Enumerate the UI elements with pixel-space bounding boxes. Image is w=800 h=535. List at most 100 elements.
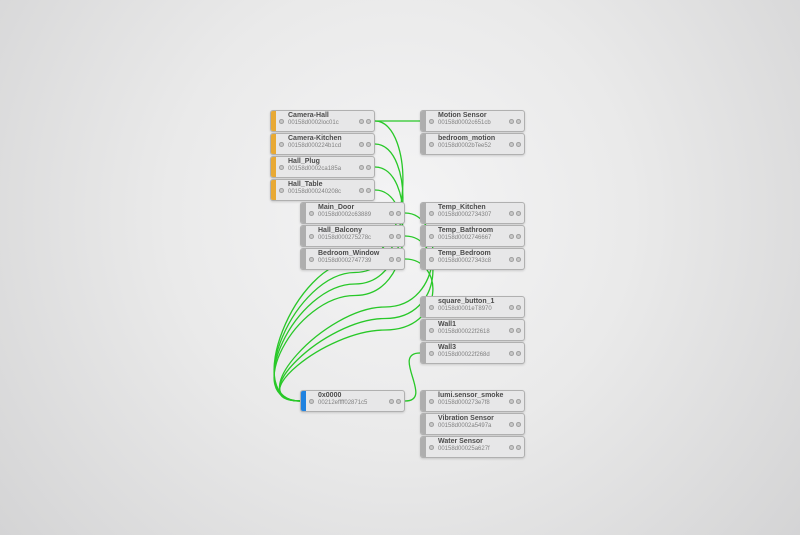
output-port-b-icon[interactable] [366,188,371,193]
output-port-a-icon[interactable] [509,328,514,333]
node-name: Hall_Table [288,181,356,189]
output-port-b-icon[interactable] [516,211,521,216]
output-port-b-icon[interactable] [516,399,521,404]
node-hall-table[interactable]: Hall_Table00158d000240208c [270,179,375,201]
output-port-b-icon[interactable] [396,399,401,404]
output-port-a-icon[interactable] [389,257,394,262]
node-label-area: Camera-Kitchen00158d000224b1cd [284,134,359,154]
node-label-area: Hall_Table00158d000240208c [284,180,359,200]
output-port-a-icon[interactable] [509,399,514,404]
input-port-area [276,134,284,154]
node-temp-bedroom[interactable]: Temp_Bedroom00158d00027343c8 [420,248,525,270]
output-port-b-icon[interactable] [366,165,371,170]
output-port-b-icon[interactable] [516,351,521,356]
output-port-a-icon[interactable] [509,119,514,124]
node-address: 00158d000275278c [318,235,386,242]
node-water[interactable]: Water Sensor00158d00025a627f [420,436,525,458]
node-label-area: Temp_Kitchen00158d0002734307 [434,203,509,223]
node-bedroom-window[interactable]: Bedroom_Window00158d0002747739 [300,248,405,270]
node-smoke[interactable]: lumi.sensor_smoke00158d000273e7f8 [420,390,525,412]
output-port-a-icon[interactable] [509,445,514,450]
node-name: Wall1 [438,321,506,329]
output-port-a-icon[interactable] [509,234,514,239]
node-address: 00158d00025a627f [438,446,506,453]
node-name: Camera-Hall [288,112,356,120]
input-port-area [426,437,434,457]
node-camera-kitchen[interactable]: Camera-Kitchen00158d000224b1cd [270,133,375,155]
output-port-b-icon[interactable] [396,211,401,216]
output-port-b-icon[interactable] [396,257,401,262]
node-coordinator[interactable]: 0x000000212effff02871c5 [300,390,405,412]
input-port-area [426,391,434,411]
node-name: Vibration Sensor [438,415,506,423]
output-port-b-icon[interactable] [366,119,371,124]
output-port-b-icon[interactable] [516,305,521,310]
node-address: 00158d0002747739 [318,258,386,265]
node-square-button[interactable]: square_button_100158d0001eT8970 [420,296,525,318]
node-wall1[interactable]: Wall100158d00022f2618 [420,319,525,341]
output-port-a-icon[interactable] [359,119,364,124]
node-name: Temp_Bathroom [438,227,506,235]
input-port-area [426,343,434,363]
node-address: 00158d000224b1cd [288,143,356,150]
node-name: square_button_1 [438,298,506,306]
output-port-b-icon[interactable] [516,445,521,450]
node-address: 00158d0002c651cb [438,120,506,127]
network-map[interactable]: Camera-Hall00158d0002loc01c Camera-Kitche… [0,0,800,535]
node-name: Camera-Kitchen [288,135,356,143]
output-port-area [359,180,374,200]
output-port-a-icon[interactable] [389,399,394,404]
output-port-a-icon[interactable] [359,142,364,147]
node-temp-bathroom[interactable]: Temp_Bathroom00158d0002746667 [420,225,525,247]
output-port-area [389,391,404,411]
node-label-area: Hall_Balcony00158d000275278c [314,226,389,246]
input-port-area [276,157,284,177]
output-port-b-icon[interactable] [516,234,521,239]
output-port-b-icon[interactable] [396,234,401,239]
output-port-a-icon[interactable] [359,188,364,193]
output-port-area [509,226,524,246]
node-label-area: Camera-Hall00158d0002loc01c [284,111,359,131]
node-bedroom-motion[interactable]: bedroom_motion00158d0002bTee52 [420,133,525,155]
output-port-a-icon[interactable] [509,211,514,216]
node-address: 00158d0002a5497a [438,423,506,430]
node-motion-sensor[interactable]: Motion Sensor00158d0002c651cb [420,110,525,132]
output-port-a-icon[interactable] [509,142,514,147]
node-label-area: square_button_100158d0001eT8970 [434,297,509,317]
output-port-a-icon[interactable] [389,211,394,216]
input-port-area [426,226,434,246]
output-port-b-icon[interactable] [516,257,521,262]
node-address: 00158d0002c63889 [318,212,386,219]
node-label-area: Motion Sensor00158d0002c651cb [434,111,509,131]
output-port-b-icon[interactable] [516,142,521,147]
node-label-area: Vibration Sensor00158d0002a5497a [434,414,509,434]
output-port-b-icon[interactable] [516,119,521,124]
node-hall-balcony[interactable]: Hall_Balcony00158d000275278c [300,225,405,247]
node-label-area: Temp_Bathroom00158d0002746667 [434,226,509,246]
node-temp-kitchen[interactable]: Temp_Kitchen00158d0002734307 [420,202,525,224]
output-port-a-icon[interactable] [509,305,514,310]
node-address: 00158d0002746667 [438,235,506,242]
output-port-area [509,134,524,154]
node-main-door[interactable]: Main_Door00158d0002c63889 [300,202,405,224]
node-name: Motion Sensor [438,112,506,120]
output-port-b-icon[interactable] [366,142,371,147]
node-address: 00158d0002734307 [438,212,506,219]
node-vibration[interactable]: Vibration Sensor00158d0002a5497a [420,413,525,435]
node-label-area: Main_Door00158d0002c63889 [314,203,389,223]
output-port-a-icon[interactable] [389,234,394,239]
output-port-b-icon[interactable] [516,422,521,427]
node-camera-hall[interactable]: Camera-Hall00158d0002loc01c [270,110,375,132]
output-port-a-icon[interactable] [509,351,514,356]
output-port-a-icon[interactable] [359,165,364,170]
node-hall-plug[interactable]: Hall_Plug00158d0002ca185a [270,156,375,178]
output-port-area [509,343,524,363]
node-wall3[interactable]: Wall300158d00022f268d [420,342,525,364]
output-port-b-icon[interactable] [516,328,521,333]
link-bedroom-window-to-coordinator [280,259,433,401]
output-port-a-icon[interactable] [509,422,514,427]
output-port-a-icon[interactable] [509,257,514,262]
input-port-area [426,320,434,340]
input-port-area [426,111,434,131]
input-port-area [306,226,314,246]
